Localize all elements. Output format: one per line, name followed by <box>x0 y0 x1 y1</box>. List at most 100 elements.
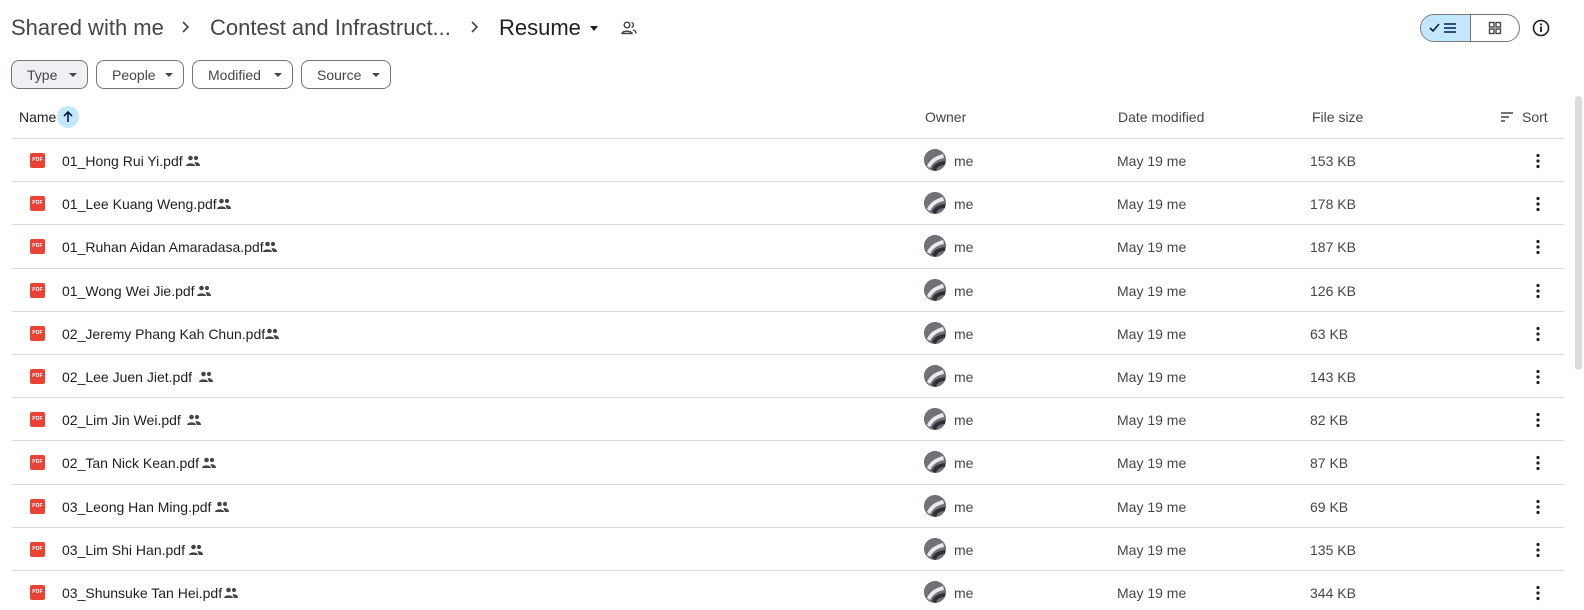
date-modified: May 19 me <box>1117 153 1187 169</box>
table-row[interactable]: PDF 02_Jeremy Phang Kah Chun.pdf me May 19 … <box>12 310 1564 354</box>
column-header-file-size[interactable]: File size <box>1312 108 1363 126</box>
avatar <box>924 408 946 431</box>
breadcrumb-contest-folder[interactable]: Contest and Infrastruct... <box>210 13 451 43</box>
table-row[interactable]: PDF 02_Lee Juen Jiet.pdf me May 19 me 143 KB <box>12 353 1564 397</box>
scrollbar[interactable] <box>1575 96 1582 370</box>
table-row[interactable]: PDF 03_Shunsuke Tan Hei.pdf me May 19 me 344… <box>12 569 1564 610</box>
view-toggle <box>1420 14 1520 42</box>
file-size: 143 KB <box>1310 368 1356 385</box>
breadcrumb-shared-with-me[interactable]: Shared with me <box>11 13 164 43</box>
more-vert-icon[interactable] <box>1528 453 1548 473</box>
filter-people-label: People <box>112 66 156 83</box>
filter-type-chip[interactable]: Type <box>11 60 88 89</box>
owner-name: me <box>954 455 974 472</box>
owner-name: me <box>954 325 974 342</box>
date-modified: May 19 me <box>1117 239 1187 256</box>
file-size: 135 KB <box>1310 541 1356 558</box>
caret-down-icon <box>274 73 282 77</box>
date-modified: May 19 me <box>1117 196 1187 213</box>
owner-name: me <box>954 153 974 169</box>
grid-view-button[interactable] <box>1471 15 1520 41</box>
pdf-icon: PDF <box>30 325 45 341</box>
caret-down-icon <box>372 73 380 77</box>
date-modified: May 19 me <box>1117 498 1187 515</box>
table-row[interactable]: PDF 02_Lim Jin Wei.pdf me May 19 me 82 KB <box>12 397 1564 440</box>
more-vert-icon[interactable] <box>1528 237 1548 257</box>
shared-icon <box>217 198 231 210</box>
table-row[interactable]: PDF 01_Wong Wei Jie.pdf me May 19 me 126 KB <box>12 267 1564 311</box>
breadcrumb-current-folder[interactable]: Resume <box>499 13 581 43</box>
more-vert-icon[interactable] <box>1528 281 1548 301</box>
pdf-icon: PDF <box>30 196 45 212</box>
more-vert-icon[interactable] <box>1528 194 1548 214</box>
shared-icon <box>202 458 216 469</box>
file-name: 03_Lim Shi Han.pdf <box>62 541 185 558</box>
shared-icon <box>187 414 201 426</box>
shared-icon <box>186 155 200 166</box>
chevron-right-icon <box>471 21 479 33</box>
table-row[interactable]: PDF 02_Tan Nick Kean.pdf me May 19 me 87 KB <box>12 440 1564 483</box>
avatar <box>924 451 946 474</box>
shared-icon <box>265 328 279 339</box>
list-view-button[interactable] <box>1421 15 1471 41</box>
sort-lines-icon <box>1501 112 1513 122</box>
owner-name: me <box>954 196 974 213</box>
date-modified: May 19 me <box>1117 412 1187 429</box>
pdf-icon: PDF <box>30 368 45 384</box>
column-header-date-modified[interactable]: Date modified <box>1118 108 1204 126</box>
table-row[interactable]: PDF 03_Leong Han Ming.pdf me May 19 me 69 KB <box>12 483 1564 527</box>
caret-down-icon[interactable] <box>588 22 600 34</box>
people-icon[interactable] <box>620 19 638 37</box>
file-name: 03_Shunsuke Tan Hei.pdf <box>62 584 223 601</box>
caret-down-icon <box>165 73 173 77</box>
more-vert-icon[interactable] <box>1528 367 1548 387</box>
sort-button[interactable]: Sort <box>1500 106 1548 128</box>
avatar <box>924 494 946 517</box>
owner-name: me <box>954 239 974 256</box>
date-modified: May 19 me <box>1117 541 1187 558</box>
avatar <box>924 235 946 258</box>
owner-name: me <box>954 282 974 299</box>
filter-people-chip[interactable]: People <box>96 60 184 89</box>
filter-source-chip[interactable]: Source <box>301 60 391 89</box>
table-row[interactable]: PDF 01_Ruhan Aidan Amaradasa.pdf me May 19 … <box>12 224 1564 267</box>
column-header-name[interactable]: Name <box>19 108 56 126</box>
table-row[interactable]: PDF 01_Hong Rui Yi.pdf me May 19 me 153 KB <box>12 138 1564 181</box>
file-size: 344 KB <box>1310 584 1356 601</box>
more-vert-icon[interactable] <box>1528 410 1548 430</box>
avatar <box>924 149 946 171</box>
filter-type-label: Type <box>27 66 58 83</box>
filter-modified-label: Modified <box>208 66 261 83</box>
column-header-owner[interactable]: Owner <box>925 108 966 126</box>
file-size: 153 KB <box>1310 153 1356 169</box>
file-name: 01_Wong Wei Jie.pdf <box>62 282 195 299</box>
file-name: 03_Leong Han Ming.pdf <box>62 498 212 515</box>
file-size: 69 KB <box>1310 498 1349 515</box>
filter-modified-chip[interactable]: Modified <box>192 60 293 89</box>
info-icon[interactable] <box>1531 18 1551 38</box>
pdf-icon: PDF <box>30 584 45 600</box>
more-vert-icon[interactable] <box>1528 497 1548 517</box>
more-vert-icon[interactable] <box>1528 583 1548 603</box>
file-name: 02_Lim Jin Wei.pdf <box>62 412 181 429</box>
file-size: 126 KB <box>1310 282 1356 299</box>
file-name: 01_Ruhan Aidan Amaradasa.pdf <box>62 239 264 256</box>
shared-icon <box>215 501 229 512</box>
more-vert-icon[interactable] <box>1528 151 1548 171</box>
pdf-icon: PDF <box>30 541 45 557</box>
arrow-up-icon <box>63 110 73 122</box>
more-vert-icon[interactable] <box>1528 324 1548 344</box>
more-vert-icon[interactable] <box>1528 540 1548 560</box>
owner-name: me <box>954 541 974 558</box>
date-modified: May 19 me <box>1117 325 1187 342</box>
shared-icon <box>199 371 213 382</box>
file-size: 63 KB <box>1310 325 1349 342</box>
file-name: 02_Jeremy Phang Kah Chun.pdf <box>62 325 266 342</box>
table-row[interactable]: PDF 03_Lim Shi Han.pdf me May 19 me 135 KB <box>12 526 1564 570</box>
sort-direction-button[interactable] <box>57 106 79 128</box>
grid-view-icon <box>1488 21 1501 35</box>
table-row[interactable]: PDF 01_Lee Kuang Weng.pdf me May 19 me 178 K… <box>12 181 1564 224</box>
chevron-right-icon <box>182 21 190 33</box>
filter-source-label: Source <box>317 66 362 83</box>
file-name: 01_Hong Rui Yi.pdf <box>62 153 183 169</box>
